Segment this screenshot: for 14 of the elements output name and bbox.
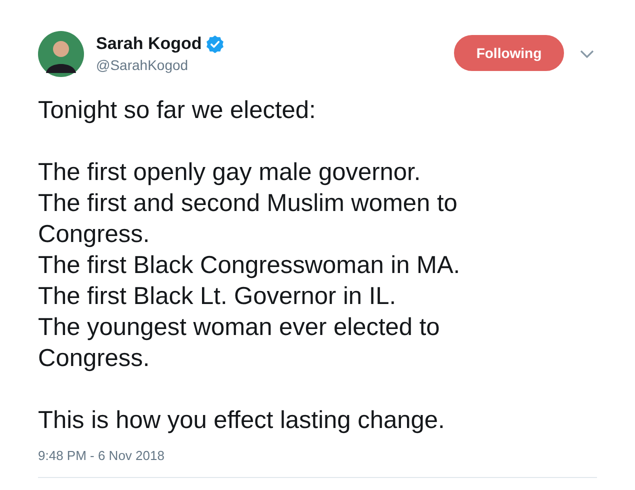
tweet-text: The first openly gay male governor. (38, 158, 421, 188)
author-name[interactable]: Sarah Kogod (96, 33, 202, 55)
tweet-timestamp[interactable]: 9:48 PM - 6 Nov 2018 (38, 448, 164, 463)
tweet-text: Tonight so far we elected: (38, 96, 316, 126)
tweet-text: This is how you effect lasting change. (38, 406, 445, 436)
tweet-text: Congress. (38, 220, 150, 250)
tweet-text: The first Black Lt. Governor in IL. (38, 282, 396, 312)
tweet-text: Congress. (38, 344, 150, 374)
following-button[interactable]: Following (454, 35, 564, 71)
tweet-text: The first and second Muslim women to (38, 189, 458, 219)
chevron-down-icon[interactable] (580, 50, 594, 58)
tweet-text: The youngest woman ever elected to (38, 313, 440, 343)
author-handle[interactable]: @SarahKogod (96, 55, 454, 75)
tweet-text: The first Black Congresswoman in MA. (38, 251, 460, 281)
